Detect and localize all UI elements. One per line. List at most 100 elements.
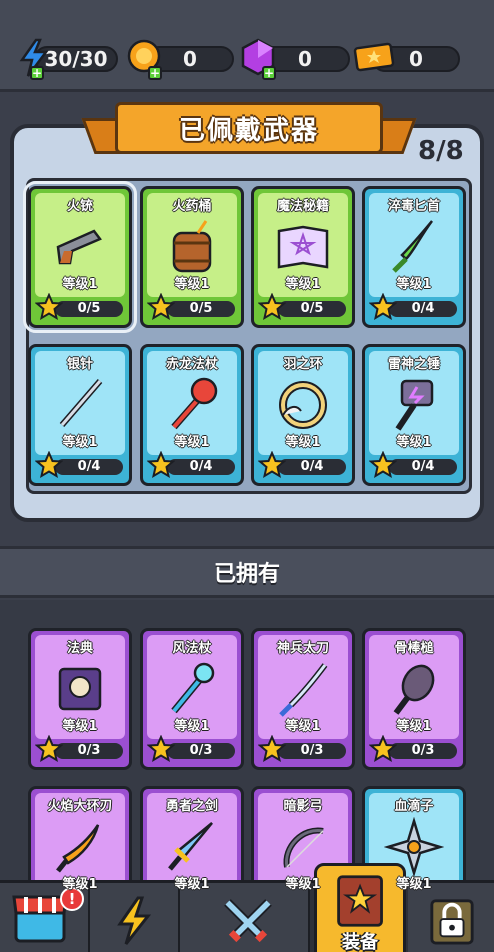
ticket-resource[interactable]: 0: [352, 42, 460, 74]
weapon-name: 雷神之锤: [387, 357, 440, 372]
equipped-weapon-card[interactable]: 火铳等级1 0/5: [23, 181, 137, 333]
star-icon: [369, 451, 397, 479]
weapon-name: 魔法秘籍: [276, 199, 329, 214]
weapon-level: 等级1: [174, 719, 210, 734]
star-icon: [35, 293, 63, 321]
weapon-name: 勇者之剑: [165, 799, 218, 814]
equipped-weapon-card[interactable]: 火药桶等级1 0/5: [140, 186, 244, 328]
add-energy-button[interactable]: +: [30, 66, 44, 80]
equipped-weapon-card[interactable]: 赤龙法杖等级1 0/4: [140, 344, 244, 486]
upgrade-progress: 0/3: [278, 743, 346, 759]
weapon-level: 等级1: [62, 277, 98, 292]
star-icon: [258, 293, 286, 321]
feather-ring-icon: [279, 381, 327, 429]
lightning-icon: [117, 896, 152, 945]
weapon-name: 火焰大环刃: [47, 799, 113, 814]
thunder-hammer-icon: [395, 379, 434, 431]
star-icon: [258, 735, 286, 763]
upgrade-progress: 0/4: [389, 459, 457, 475]
upgrade-progress: 0/4: [278, 459, 346, 475]
spiked-club-icon: [393, 664, 435, 715]
nav-battle[interactable]: [180, 883, 310, 952]
owned-weapon-card[interactable]: 风法杖等级1 0/3: [140, 628, 244, 770]
weapon-level: 等级1: [174, 877, 210, 892]
weapon-name: 火铳: [66, 199, 93, 214]
gold-resource[interactable]: + 0: [126, 39, 234, 80]
weapon-level: 等级1: [285, 435, 321, 450]
spellbook-icon: [277, 225, 329, 269]
upgrade-progress: 0/3: [55, 743, 123, 759]
weapon-level: 等级1: [396, 877, 432, 892]
weapon-level: 等级1: [62, 435, 98, 450]
weapon-name: 火药桶: [172, 199, 212, 214]
gem-resource[interactable]: + 0: [240, 38, 350, 80]
weapon-level: 等级1: [62, 719, 98, 734]
upgrade-progress: 0/4: [389, 301, 457, 317]
nav-equipment-label: 装备: [342, 932, 378, 952]
weapon-name: 赤龙法杖: [165, 357, 218, 372]
equipped-title: 已佩戴武器: [115, 102, 383, 154]
katana-icon: [279, 663, 328, 717]
star-icon: [369, 293, 397, 321]
weapon-level: 等级1: [174, 277, 210, 292]
star-icon: [35, 451, 63, 479]
owned-section-title: 已拥有: [0, 546, 494, 598]
equipped-weapon-card[interactable]: 雷神之锤等级1 0/4: [362, 344, 466, 486]
upgrade-progress: 0/3: [167, 743, 235, 759]
crossed-swords-icon: [224, 899, 272, 943]
shadow-bow-icon: [283, 827, 324, 868]
equipped-count: 8/8: [418, 136, 464, 166]
star-icon: [258, 451, 286, 479]
weapon-name: 风法杖: [172, 641, 212, 656]
star-icon: [147, 451, 175, 479]
upgrade-progress: 0/5: [55, 301, 123, 317]
shuriken-icon: [384, 817, 444, 877]
equipped-weapon-card[interactable]: 银针 等级1 0/4: [28, 344, 132, 486]
weapon-name: 法典: [66, 641, 93, 656]
weapon-name: 淬毒匕首: [387, 199, 440, 214]
powder-barrel-icon: [172, 220, 212, 273]
hero-sword-icon: [168, 822, 213, 871]
ticket-icon: [353, 42, 395, 72]
dragon-staff-icon: [171, 377, 218, 430]
top-resource-bar: + 30/30 + 0 + 0 0: [0, 0, 494, 92]
weapon-level: 等级1: [396, 719, 432, 734]
weapon-level: 等级1: [285, 719, 321, 734]
equipped-weapon-card[interactable]: 羽之环等级1 0/4: [251, 344, 355, 486]
owned-weapon-card[interactable]: 法典等级1 0/3: [28, 628, 132, 770]
equipped-weapon-card[interactable]: 淬毒匕首 等级1 0/4: [362, 186, 466, 328]
equipped-weapon-card[interactable]: 魔法秘籍等级1 0/5: [251, 186, 355, 328]
weapon-name: 神兵太刀: [276, 641, 329, 656]
nav-skills[interactable]: [90, 883, 180, 952]
add-gem-button[interactable]: +: [262, 66, 276, 80]
upgrade-progress: 0/5: [167, 301, 235, 317]
owned-weapon-card[interactable]: 骨棒槌等级1 0/3: [362, 628, 466, 770]
energy-resource[interactable]: + 30/30: [14, 38, 118, 80]
upgrade-progress: 0/5: [278, 301, 346, 317]
weapon-level: 等级1: [285, 277, 321, 292]
weapon-name: 羽之环: [283, 357, 323, 372]
weapon-level: 等级1: [62, 877, 98, 892]
star-icon: [35, 735, 63, 763]
weapon-level: 等级1: [285, 877, 321, 892]
weapon-level: 等级1: [174, 435, 210, 450]
locked-icon: [430, 899, 474, 945]
weapon-name: 骨棒槌: [394, 641, 434, 656]
weapon-name: 暗影弓: [283, 799, 323, 814]
nav-shop[interactable]: !: [0, 883, 90, 952]
nav-locked[interactable]: [408, 883, 494, 952]
owned-weapon-card[interactable]: 神兵太刀等级1 0/3: [251, 628, 355, 770]
weapon-level: 等级1: [396, 435, 432, 450]
silver-needle-icon: [59, 379, 103, 427]
weapon-name: 银针: [66, 357, 93, 372]
upgrade-progress: 0/4: [167, 459, 235, 475]
star-icon: [147, 735, 175, 763]
star-icon: [147, 293, 175, 321]
wind-staff-icon: [171, 662, 215, 714]
weapon-name: 血滴子: [394, 799, 434, 814]
star-icon: [369, 735, 397, 763]
flame-blade-icon: [56, 824, 100, 873]
add-gold-button[interactable]: +: [148, 66, 162, 80]
poison-dagger-icon: [392, 220, 434, 273]
upgrade-progress: 0/3: [389, 743, 457, 759]
